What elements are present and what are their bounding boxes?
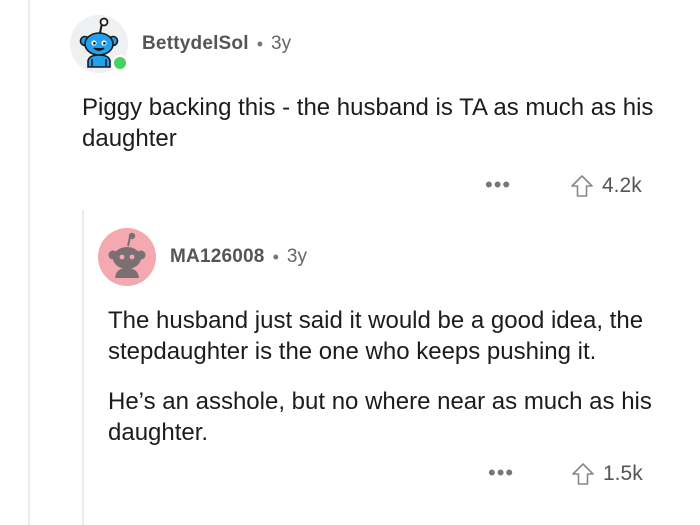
upvote-arrow-icon[interactable]	[570, 174, 594, 198]
comment-paragraph: The husband just said it would be a good…	[108, 307, 644, 365]
snoo-avatar-icon	[98, 228, 156, 286]
comment-body: The husband just said it would be a good…	[108, 305, 673, 448]
online-status-dot	[112, 55, 128, 71]
upvote-control[interactable]: 1.5k	[571, 462, 643, 486]
timestamp: 3y	[271, 33, 292, 54]
comment-body: Piggy backing this - the husband is TA a…	[82, 92, 672, 154]
reply-thread-line	[82, 210, 84, 525]
avatar[interactable]	[98, 228, 156, 286]
vote-score: 1.5k	[603, 462, 643, 485]
separator-dot: •	[272, 246, 279, 267]
comment-header: BettydelSol • 3y	[70, 12, 680, 76]
more-options-button[interactable]: •••	[485, 172, 511, 198]
timestamp: 3y	[286, 246, 307, 267]
comment-actions: ••• 1.5k	[98, 460, 680, 500]
separator-dot: •	[256, 33, 264, 54]
upvote-control[interactable]: 4.2k	[570, 174, 642, 198]
comment-actions: ••• 4.2k	[70, 168, 680, 208]
comment: BettydelSol • 3y Piggy backing this - th…	[70, 12, 680, 208]
thread-line	[28, 0, 30, 525]
username[interactable]: BettydelSol	[142, 33, 249, 55]
upvote-arrow-icon[interactable]	[571, 462, 595, 486]
username[interactable]: MA126008	[170, 246, 265, 268]
more-options-button[interactable]: •••	[488, 460, 514, 486]
comment-header: MA126008 • 3y	[98, 225, 680, 289]
vote-score: 4.2k	[602, 174, 642, 197]
comment-paragraph: Piggy backing this - the husband is TA a…	[82, 94, 654, 152]
comment-paragraph: He’s an asshole, but no where near as mu…	[108, 388, 652, 446]
comment-reply: MA126008 • 3y The husband just said it w…	[98, 225, 680, 500]
avatar[interactable]	[70, 15, 128, 73]
